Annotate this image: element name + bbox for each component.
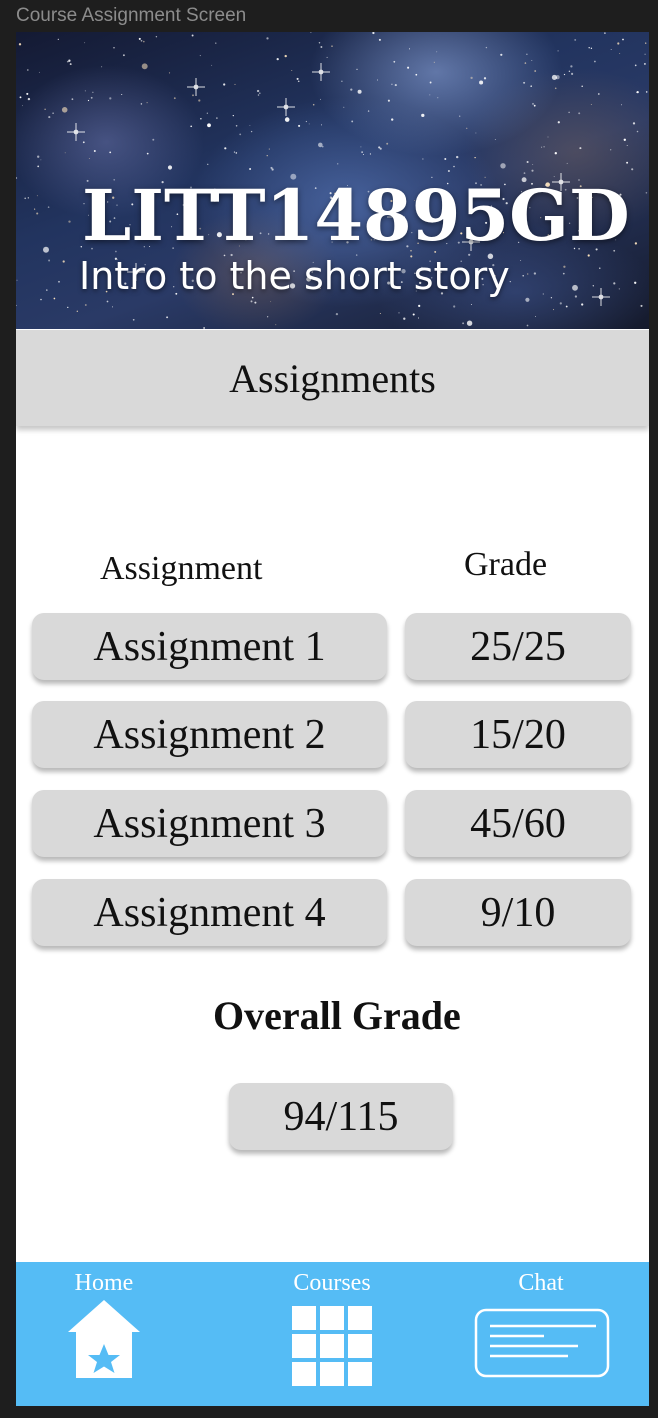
grade-value: 45/60 xyxy=(470,800,566,847)
column-header-assignment: Assignment xyxy=(100,550,263,587)
assignments-header: Assignments xyxy=(16,330,649,426)
tab-courses[interactable]: Courses xyxy=(284,1262,380,1406)
assignment-2-grade[interactable]: 15/20 xyxy=(405,701,631,768)
overall-grade-label: Overall Grade xyxy=(213,993,461,1038)
bottom-tab-bar: Home Courses Chat xyxy=(16,1262,649,1406)
assignment-name: Assignment 3 xyxy=(93,800,326,847)
section-title: Assignments xyxy=(229,355,436,401)
assignment-3-button[interactable]: Assignment 3 xyxy=(32,790,387,857)
grid-icon xyxy=(292,1306,372,1386)
assignment-name: Assignment 2 xyxy=(93,711,326,758)
assignment-4-button[interactable]: Assignment 4 xyxy=(32,879,387,946)
tab-courses-label: Courses xyxy=(293,1270,371,1296)
course-banner: LITT14895GD Intro to the short story xyxy=(16,32,649,329)
window-title: Course Assignment Screen xyxy=(16,5,247,26)
chat-icon xyxy=(474,1308,610,1378)
assignment-2-button[interactable]: Assignment 2 xyxy=(32,701,387,768)
tab-chat-label: Chat xyxy=(518,1270,564,1296)
overall-grade-text: 94/115 xyxy=(283,1093,399,1140)
assignment-3-grade[interactable]: 45/60 xyxy=(405,790,631,857)
tab-chat[interactable]: Chat xyxy=(472,1262,610,1406)
assignment-4-grade[interactable]: 9/10 xyxy=(405,879,631,946)
assignment-name: Assignment 4 xyxy=(93,889,326,936)
overall-grade-value[interactable]: 94/115 xyxy=(229,1083,453,1150)
column-header-grade: Grade xyxy=(464,546,548,583)
tab-home[interactable]: Home xyxy=(56,1262,152,1406)
grade-value: 25/25 xyxy=(470,623,566,670)
grade-value: 9/10 xyxy=(480,889,556,936)
assignment-1-grade[interactable]: 25/25 xyxy=(405,613,631,680)
home-star-icon xyxy=(68,1300,140,1378)
assignment-1-button[interactable]: Assignment 1 xyxy=(32,613,387,680)
assignment-name: Assignment 1 xyxy=(93,623,326,670)
tab-home-label: Home xyxy=(74,1270,134,1296)
course-code: LITT14895GD xyxy=(82,174,630,257)
app-screen: LITT14895GD Intro to the short story Ass… xyxy=(16,32,649,1406)
course-name: Intro to the short story xyxy=(79,254,510,298)
grade-value: 15/20 xyxy=(470,711,566,758)
